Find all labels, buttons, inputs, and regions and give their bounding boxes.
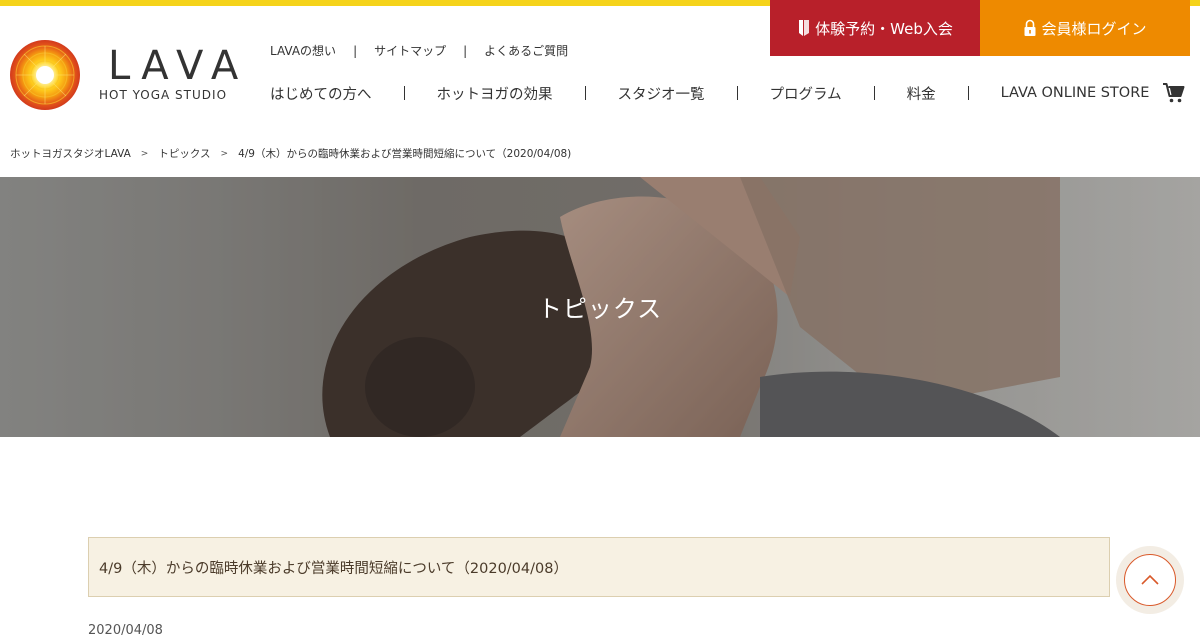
nav-programs[interactable]: プログラム bbox=[770, 83, 842, 104]
nav-benefits[interactable]: ホットヨガの効果 bbox=[437, 83, 553, 104]
member-login-button[interactable]: 会員様ログイン bbox=[980, 0, 1190, 56]
subnav-about[interactable]: LAVAの想い bbox=[270, 42, 336, 59]
trial-signup-label: 体験予約・Web入会 bbox=[815, 19, 953, 38]
subnav-separator: | bbox=[353, 43, 358, 58]
nav-online-store-label: LAVA ONLINE STORE bbox=[1000, 85, 1150, 101]
subnav-faq[interactable]: よくあるご質問 bbox=[484, 42, 568, 59]
site-logo[interactable]: LAVA HOT YOGA STUDIO bbox=[10, 40, 240, 112]
back-to-top-button[interactable] bbox=[1116, 546, 1184, 614]
nav-beginners[interactable]: はじめての方へ bbox=[270, 83, 372, 104]
breadcrumb-current: 4/9（木）からの臨時休業および営業時間短縮について（2020/04/08) bbox=[238, 148, 572, 160]
breadcrumb-separator: > bbox=[140, 148, 149, 159]
nav-pricing[interactable]: 料金 bbox=[907, 83, 936, 104]
utility-nav: LAVAの想い | サイトマップ | よくあるご質問 bbox=[270, 42, 568, 59]
main-nav: はじめての方へ ホットヨガの効果 スタジオ一覧 プログラム 料金 LAVA ON… bbox=[270, 80, 1186, 106]
bookmark-icon bbox=[799, 20, 810, 36]
lock-icon bbox=[1024, 19, 1036, 36]
breadcrumb-topics[interactable]: トピックス bbox=[158, 146, 210, 161]
cart-icon bbox=[1163, 83, 1185, 103]
nav-studios[interactable]: スタジオ一覧 bbox=[618, 83, 705, 104]
subnav-separator: | bbox=[463, 43, 468, 58]
nav-divider bbox=[403, 86, 405, 100]
breadcrumb-home[interactable]: ホットヨガスタジオLAVA bbox=[10, 146, 131, 161]
hero-title: トピックス bbox=[537, 295, 663, 323]
article-title: 4/9（木）からの臨時休業および営業時間短縮について（2020/04/08） bbox=[99, 560, 568, 577]
logo-wordmark: LAVA bbox=[108, 43, 249, 89]
hero-banner: トピックス bbox=[0, 177, 1200, 437]
subnav-sitemap[interactable]: サイトマップ bbox=[374, 42, 446, 59]
nav-divider bbox=[873, 86, 875, 100]
nav-divider bbox=[967, 86, 969, 100]
lava-logo-mark bbox=[10, 40, 80, 110]
back-to-top-ring bbox=[1124, 554, 1176, 606]
article-title-box: 4/9（木）からの臨時休業および営業時間短縮について（2020/04/08） bbox=[88, 537, 1110, 597]
article-date: 2020/04/08 bbox=[88, 623, 163, 638]
chevron-up-icon bbox=[1141, 574, 1159, 585]
nav-divider bbox=[584, 86, 586, 100]
member-login-label: 会員様ログイン bbox=[1041, 19, 1147, 38]
trial-signup-button[interactable]: 体験予約・Web入会 bbox=[770, 0, 980, 56]
logo-tagline: HOT YOGA STUDIO bbox=[99, 88, 228, 102]
nav-online-store[interactable]: LAVA ONLINE STORE bbox=[1001, 82, 1186, 104]
breadcrumb: ホットヨガスタジオLAVA > トピックス > 4/9（木）からの臨時休業および… bbox=[10, 146, 571, 161]
nav-divider bbox=[736, 86, 738, 100]
breadcrumb-separator: > bbox=[220, 148, 229, 159]
